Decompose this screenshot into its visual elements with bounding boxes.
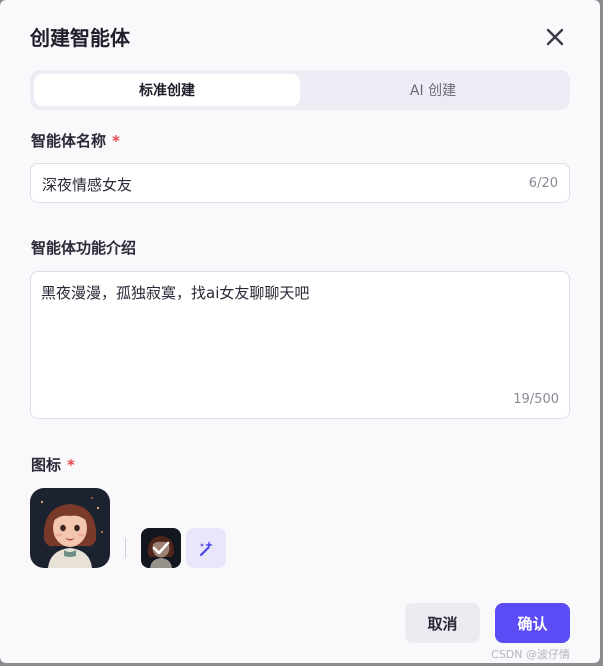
sparkle-icon bbox=[199, 541, 213, 557]
avatar-thumbnail[interactable] bbox=[141, 528, 181, 568]
name-label-text: 智能体名称 bbox=[31, 132, 107, 150]
agent-name-counter: 6/20 bbox=[528, 176, 558, 191]
close-button[interactable] bbox=[543, 25, 567, 49]
icon-field-label: 图标 * bbox=[31, 454, 75, 475]
cancel-button[interactable]: 取消 bbox=[405, 603, 480, 643]
required-mark: * bbox=[67, 456, 75, 474]
dialog-title: 创建智能体 bbox=[30, 26, 130, 50]
create-mode-tabs: 标准创建 AI 创建 bbox=[30, 70, 570, 110]
avatar-preview bbox=[30, 488, 110, 568]
tab-standard-create[interactable]: 标准创建 bbox=[34, 74, 300, 106]
icon-divider bbox=[125, 538, 126, 558]
agent-name-value: 深夜情感女友 bbox=[42, 176, 133, 194]
name-field-label: 智能体名称 * bbox=[31, 130, 120, 151]
selected-check-icon bbox=[141, 528, 181, 568]
description-field-label: 智能体功能介绍 bbox=[31, 239, 137, 257]
close-icon bbox=[546, 28, 564, 46]
avatar-image bbox=[30, 488, 110, 568]
agent-description-textarea[interactable]: 黑夜漫漫，孤独寂寞，找ai女友聊聊天吧 19/500 bbox=[30, 271, 570, 419]
create-agent-dialog: 创建智能体 标准创建 AI 创建 智能体名称 * 深夜情感女友 6/20 智能体功… bbox=[0, 0, 600, 663]
ai-generate-icon-button[interactable] bbox=[186, 528, 226, 568]
icon-label-text: 图标 bbox=[31, 456, 62, 474]
tab-ai-create[interactable]: AI 创建 bbox=[300, 74, 566, 106]
agent-name-input[interactable]: 深夜情感女友 6/20 bbox=[30, 163, 570, 203]
agent-description-counter: 19/500 bbox=[513, 392, 559, 407]
agent-description-value: 黑夜漫漫，孤独寂寞，找ai女友聊聊天吧 bbox=[41, 284, 310, 302]
confirm-button[interactable]: 确认 bbox=[495, 603, 570, 643]
required-mark: * bbox=[112, 132, 120, 150]
watermark-text: CSDN @波仔情 bbox=[491, 648, 570, 661]
